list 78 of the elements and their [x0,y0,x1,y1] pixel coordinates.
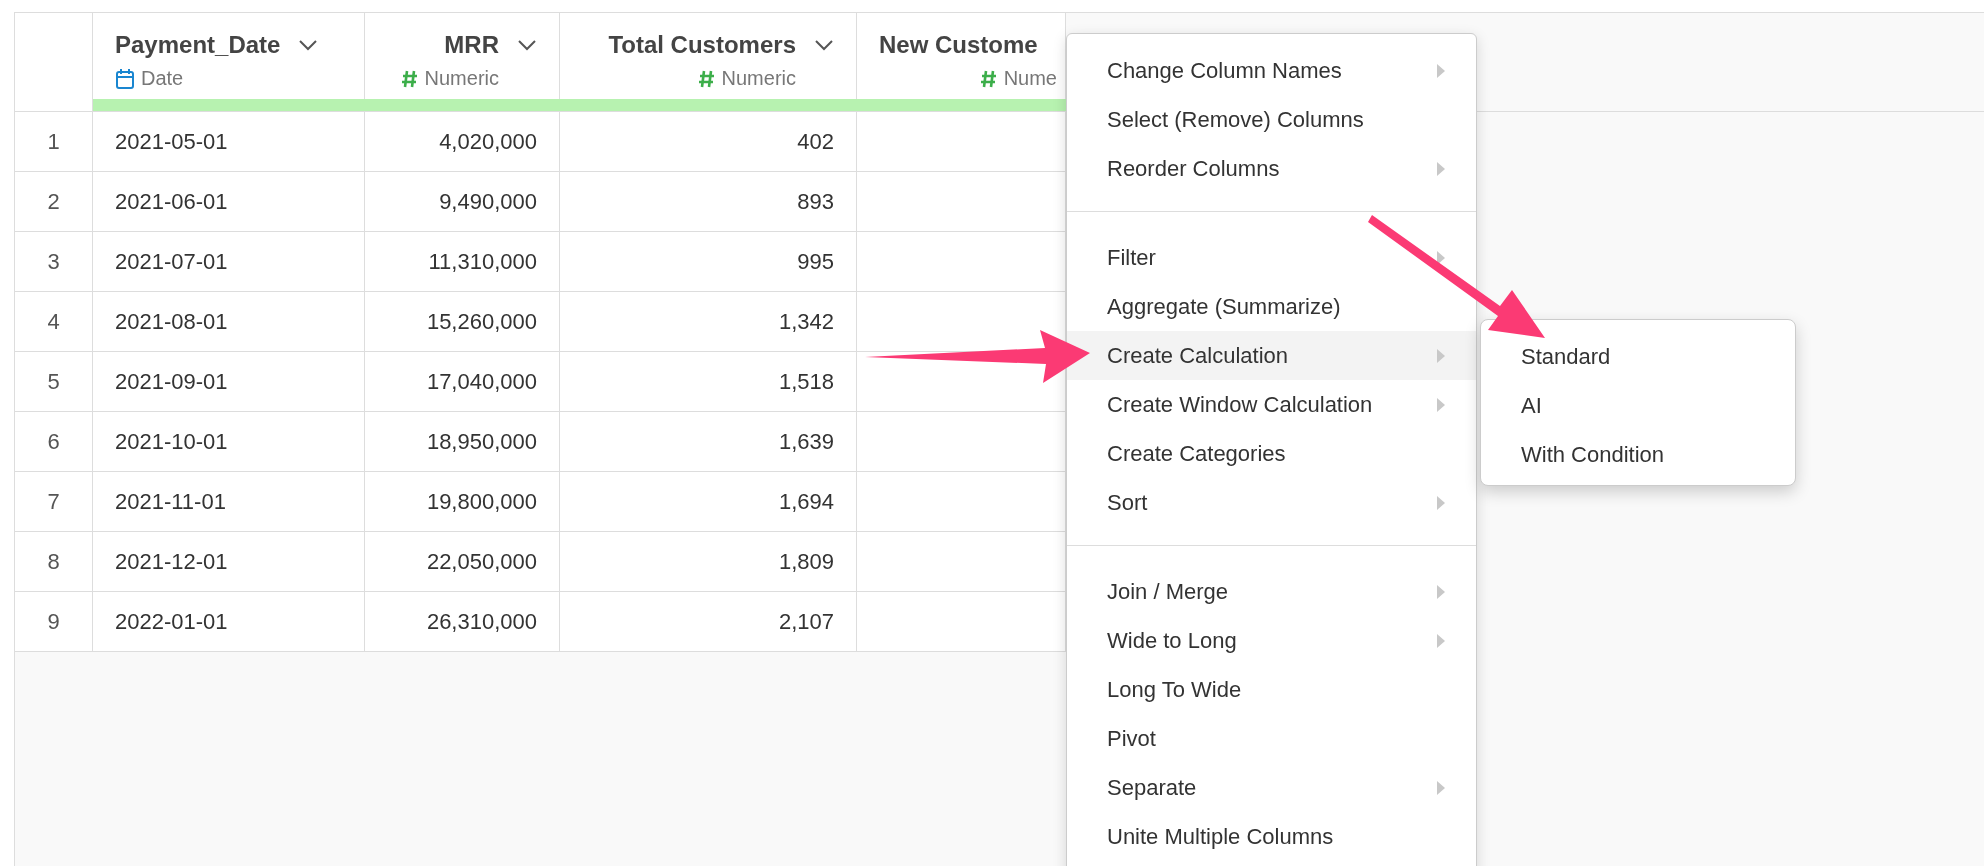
menu-item[interactable]: Unite Multiple Columns [1067,812,1476,861]
row-number: 2 [15,172,93,232]
table-cell: 19,800,000 [365,472,560,532]
menu-item[interactable]: Pivot [1067,714,1476,763]
column-type: Nume [1003,67,1057,90]
table-cell: 2021-09-01 [93,352,365,412]
table-cell: 2021-11-01 [93,472,365,532]
menu-item[interactable]: Long To Wide [1067,665,1476,714]
table-cell: 2021-10-01 [93,412,365,472]
table-cell: 2021-08-01 [93,292,365,352]
menu-item[interactable]: Create Calculation [1067,331,1476,380]
row-number: 8 [15,532,93,592]
table-cell: 15,260,000 [365,292,560,352]
submenu-triangle-icon [1436,347,1446,364]
menu-item[interactable]: Change Column Names [1067,46,1476,95]
table-cell: 17,040,000 [365,352,560,412]
table-cell: 402 [560,112,857,172]
table-cell: 26,310,000 [365,592,560,652]
submenu-triangle-icon [1436,494,1446,511]
row-number: 1 [15,112,93,172]
menu-item[interactable]: Select (Remove) Columns [1067,95,1476,144]
row-number: 7 [15,472,93,532]
table-cell: 2021-06-01 [93,172,365,232]
menu-item[interactable]: Create Window Calculation [1067,380,1476,429]
submenu-triangle-icon [1436,779,1446,796]
column-header[interactable]: Total Customers [608,31,796,59]
column-type: Numeric [721,67,796,90]
menu-item[interactable]: Join / Merge [1067,567,1476,616]
column-header[interactable]: New Custome [879,31,1038,59]
table-cell: 2021-07-01 [93,232,365,292]
submenu-triangle-icon [1436,249,1446,266]
menu-item[interactable]: Aggregate (Summarize) [1067,282,1476,331]
row-number: 5 [15,352,93,412]
submenu-triangle-icon [1436,583,1446,600]
menu-item[interactable]: Standard [1481,332,1795,381]
table-cell: 22,050,000 [365,532,560,592]
menu-item[interactable]: Filter [1067,233,1476,282]
menu-item[interactable]: Reorder Columns [1067,144,1476,193]
table-cell: 995 [560,232,857,292]
row-number: 3 [15,232,93,292]
table-cell: 2,107 [560,592,857,652]
chevron-down-icon[interactable] [298,39,319,51]
table-cell: 1,342 [560,292,857,352]
table-cell: 1,639 [560,412,857,472]
hash-icon [697,68,716,89]
table-cell: 9,490,000 [365,172,560,232]
row-number: 6 [15,412,93,472]
table-cell: 893 [560,172,857,232]
row-number: 9 [15,592,93,652]
calendar-icon [115,67,135,90]
menu-item[interactable]: With Condition [1481,430,1795,479]
row-number: 4 [15,292,93,352]
table-cell: 1,694 [560,472,857,532]
submenu-triangle-icon [1436,632,1446,649]
column-header[interactable]: MRR [444,31,499,59]
menu-item[interactable]: AI [1481,381,1795,430]
submenu-triangle-icon [1436,160,1446,177]
submenu-triangle-icon [1436,62,1446,79]
column-header[interactable]: Payment_Date [115,31,281,59]
table-cell: 2021-12-01 [93,532,365,592]
table-cell: 18,950,000 [365,412,560,472]
column-type: Date [141,67,184,90]
menu-item[interactable]: Create Categories [1067,429,1476,478]
hash-icon [979,68,998,89]
table-cell: 1,518 [560,352,857,412]
table-cell: 2022-01-01 [93,592,365,652]
chevron-down-icon[interactable] [814,39,834,51]
menu-item[interactable]: Separate [1067,763,1476,812]
table-cell: 4,020,000 [365,112,560,172]
menu-item[interactable]: Wide to Long [1067,616,1476,665]
chevron-down-icon[interactable] [517,39,537,51]
column-type: Numeric [424,67,499,90]
table-cell: 1,809 [560,532,857,592]
submenu-triangle-icon [1436,396,1446,413]
table-cell: 2021-05-01 [93,112,365,172]
menu-item[interactable]: Sort [1067,478,1476,527]
table-cell: 11,310,000 [365,232,560,292]
hash-icon [400,68,419,89]
